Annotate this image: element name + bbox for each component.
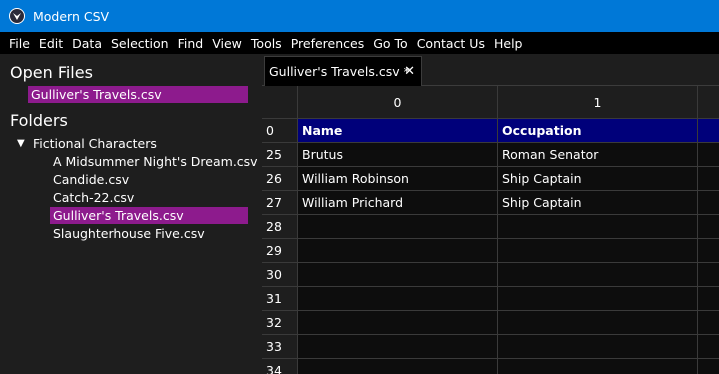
table-cell[interactable] <box>698 311 719 335</box>
open-files-title: Open Files <box>10 63 93 82</box>
menu-data[interactable]: Data <box>72 36 102 51</box>
main-area: Gulliver's Travels.csv * ✕ 0 1 0 Name Occupa… <box>262 54 719 374</box>
table-cell[interactable]: William Prichard <box>298 191 498 215</box>
folder-file-item[interactable]: Slaughterhouse Five.csv <box>50 225 205 242</box>
table-cell[interactable] <box>498 359 698 374</box>
table-cell[interactable] <box>698 143 719 167</box>
menu-preferences[interactable]: Preferences <box>291 36 365 51</box>
row-header[interactable]: 34 <box>262 359 298 374</box>
row-header[interactable]: 30 <box>262 263 298 287</box>
table-cell[interactable]: Name <box>298 119 498 143</box>
row-header[interactable]: 0 <box>262 119 298 143</box>
row-header[interactable]: 32 <box>262 311 298 335</box>
table-cell[interactable] <box>698 359 719 374</box>
table-cell[interactable] <box>298 263 498 287</box>
menu-contact-us[interactable]: Contact Us <box>417 36 485 51</box>
column-header[interactable]: 1 <box>498 86 698 119</box>
table-cell[interactable] <box>498 215 698 239</box>
window-title: Modern CSV <box>33 8 110 24</box>
table-cell[interactable] <box>698 335 719 359</box>
folder-file-item[interactable]: Catch-22.csv <box>50 189 134 206</box>
row-header[interactable]: 29 <box>262 239 298 263</box>
menu-help[interactable]: Help <box>494 36 523 51</box>
table-cell[interactable]: William Robinson <box>298 167 498 191</box>
menu-go-to[interactable]: Go To <box>373 36 407 51</box>
table-cell[interactable]: Ship Captain <box>498 191 698 215</box>
expand-arrow-icon[interactable]: ▼ <box>17 138 25 149</box>
column-header[interactable] <box>698 86 719 119</box>
app-logo-icon <box>9 8 25 24</box>
folder-file-item[interactable]: Candide.csv <box>50 171 129 188</box>
sidebar: Open Files Gulliver's Travels.csv Folder… <box>0 54 262 374</box>
table-cell[interactable] <box>698 215 719 239</box>
table-cell[interactable] <box>498 335 698 359</box>
table-cell[interactable] <box>298 311 498 335</box>
table-cell[interactable] <box>498 287 698 311</box>
tab-bar: Gulliver's Travels.csv * ✕ <box>262 54 719 86</box>
menu-bar: File Edit Data Selection Find View Tools Prefer… <box>0 32 719 54</box>
table-cell[interactable] <box>298 239 498 263</box>
menu-find[interactable]: Find <box>178 36 204 51</box>
table-cell[interactable] <box>698 287 719 311</box>
row-header[interactable]: 31 <box>262 287 298 311</box>
menu-file[interactable]: File <box>9 36 30 51</box>
menu-tools[interactable]: Tools <box>251 36 282 51</box>
table-cell[interactable] <box>698 263 719 287</box>
folders-title: Folders <box>10 111 68 130</box>
table-cell[interactable] <box>298 359 498 374</box>
table-cell[interactable]: Occupation <box>498 119 698 143</box>
table-cell[interactable] <box>698 239 719 263</box>
table-cell[interactable]: Brutus <box>298 143 498 167</box>
table-cell[interactable] <box>698 119 719 143</box>
table-cell[interactable]: Roman Senator <box>498 143 698 167</box>
folder-file-item[interactable]: A Midsummer Night's Dream.csv <box>50 153 258 170</box>
table-cell[interactable] <box>698 167 719 191</box>
open-file-item[interactable]: Gulliver's Travels.csv <box>28 86 248 103</box>
table-cell[interactable] <box>298 335 498 359</box>
tab-label: Gulliver's Travels.csv * <box>269 64 410 79</box>
folder-item[interactable]: Fictional Characters <box>30 135 157 152</box>
row-header[interactable]: 26 <box>262 167 298 191</box>
table-cell[interactable]: Ship Captain <box>498 167 698 191</box>
spreadsheet-grid[interactable]: 0 1 0 Name Occupation 25 Brutus Roman Senator 26… <box>262 86 719 374</box>
folder-file-item[interactable]: Gulliver's Travels.csv <box>50 207 248 224</box>
table-cell[interactable] <box>698 191 719 215</box>
table-cell[interactable] <box>298 287 498 311</box>
menu-edit[interactable]: Edit <box>39 36 63 51</box>
column-header[interactable]: 0 <box>298 86 498 119</box>
table-cell[interactable] <box>298 215 498 239</box>
table-cell[interactable] <box>498 311 698 335</box>
table-cell[interactable] <box>498 263 698 287</box>
tab-gullivers-travels[interactable]: Gulliver's Travels.csv * ✕ <box>264 56 422 86</box>
row-header[interactable]: 28 <box>262 215 298 239</box>
row-header[interactable]: 27 <box>262 191 298 215</box>
row-header[interactable]: 33 <box>262 335 298 359</box>
table-cell[interactable] <box>498 239 698 263</box>
close-icon[interactable]: ✕ <box>404 57 415 87</box>
menu-selection[interactable]: Selection <box>111 36 169 51</box>
menu-view[interactable]: View <box>212 36 242 51</box>
grid-corner[interactable] <box>262 86 298 119</box>
title-bar: Modern CSV <box>0 0 719 32</box>
row-header[interactable]: 25 <box>262 143 298 167</box>
